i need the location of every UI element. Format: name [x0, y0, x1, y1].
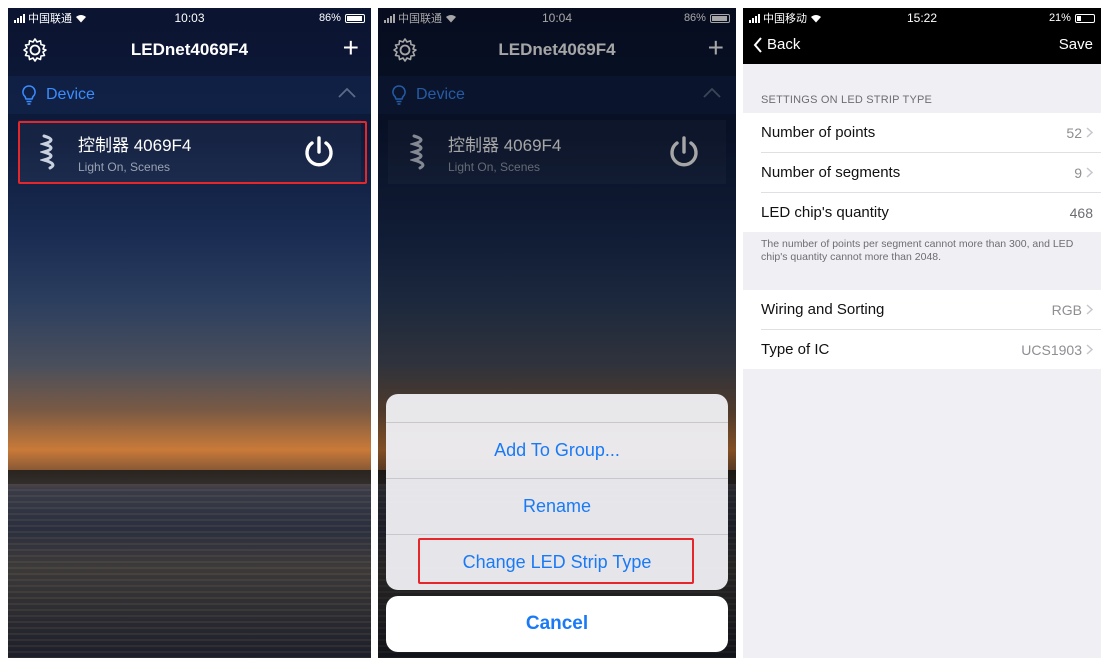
device-action-sheet-screen: 中国联通 10:04 86% LEDnet4069F4 + Device 控制器… — [378, 8, 736, 658]
page-title: LEDnet4069F4 — [130, 40, 249, 59]
type-of-ic-row[interactable]: Type of IC UCS1903 — [743, 330, 1101, 369]
device-row-highlight — [18, 121, 367, 184]
wiring-settings-group: Wiring and Sorting RGB Type of IC UCS190… — [743, 290, 1101, 369]
gear-icon[interactable] — [22, 37, 48, 63]
battery-percent: 86% — [318, 12, 341, 24]
strip-settings-group: Number of points 52 Number of segments 9… — [743, 113, 1101, 232]
chevron-right-icon — [1086, 304, 1093, 315]
water-reflection — [8, 489, 371, 658]
row-label: Type of IC — [761, 341, 830, 358]
row-value: 468 — [1069, 204, 1093, 221]
row-label: Wiring and Sorting — [761, 301, 885, 318]
signal-icon — [749, 13, 760, 23]
row-label: Number of points — [761, 124, 876, 141]
status-time: 15:22 — [906, 11, 937, 25]
status-bar: 中国移动 15:22 21% — [743, 8, 1101, 28]
chevron-up-icon — [338, 87, 356, 98]
battery-percent: 21% — [1048, 12, 1071, 24]
back-label: Back — [767, 36, 801, 53]
row-value: RGB — [1051, 301, 1082, 318]
save-button[interactable]: Save — [1059, 36, 1093, 53]
number-of-points-row[interactable]: Number of points 52 — [743, 113, 1101, 152]
plus-icon[interactable]: + — [343, 32, 359, 64]
chevron-right-icon — [1086, 127, 1093, 138]
status-time: 10:03 — [174, 11, 205, 25]
action-sheet-spacer — [386, 394, 728, 422]
change-type-highlight — [418, 538, 694, 584]
battery-icon — [1074, 13, 1095, 23]
cancel-button[interactable]: Cancel — [386, 596, 728, 652]
led-chip-quantity-row: LED chip's quantity 468 — [743, 193, 1101, 232]
wifi-icon — [811, 14, 821, 22]
back-button[interactable]: Back — [753, 36, 800, 53]
chevron-right-icon — [1086, 167, 1093, 178]
add-to-group-option[interactable]: Add To Group... — [386, 422, 728, 478]
device-list-screen: 中国联通 10:03 86% LEDnet4069F4 + Device 控制器… — [8, 8, 371, 658]
bulb-icon — [22, 85, 36, 105]
row-value: 9 — [1074, 164, 1082, 181]
limits-note: The number of points per segment cannot … — [761, 238, 1074, 263]
row-label: Number of segments — [761, 164, 901, 181]
carrier-label: 中国移动 — [763, 13, 807, 25]
chevron-right-icon — [1086, 344, 1093, 355]
led-strip-settings-screen: 中国移动 15:22 21% Back Save SETTINGS ON LED… — [743, 8, 1101, 658]
signal-icon — [14, 13, 25, 23]
nav-bar: LEDnet4069F4 + — [8, 28, 371, 72]
battery-icon — [344, 13, 365, 23]
section-caption: SETTINGS ON LED STRIP TYPE — [761, 94, 933, 106]
row-label: LED chip's quantity — [761, 204, 889, 221]
wifi-icon — [76, 14, 86, 22]
wiring-and-sorting-row[interactable]: Wiring and Sorting RGB — [743, 290, 1101, 329]
back-chevron-icon — [753, 36, 762, 53]
carrier-label: 中国联通 — [28, 13, 72, 25]
section-label: Device — [46, 86, 95, 103]
status-bar: 中国联通 10:03 86% — [8, 8, 371, 28]
shoreline — [8, 469, 371, 484]
top-bar: 中国移动 15:22 21% Back Save — [743, 8, 1101, 64]
rename-option[interactable]: Rename — [386, 478, 728, 534]
row-value: UCS1903 — [1021, 341, 1082, 358]
row-value: 52 — [1066, 124, 1082, 141]
number-of-segments-row[interactable]: Number of segments 9 — [743, 153, 1101, 192]
device-section-header[interactable]: Device — [8, 76, 371, 114]
